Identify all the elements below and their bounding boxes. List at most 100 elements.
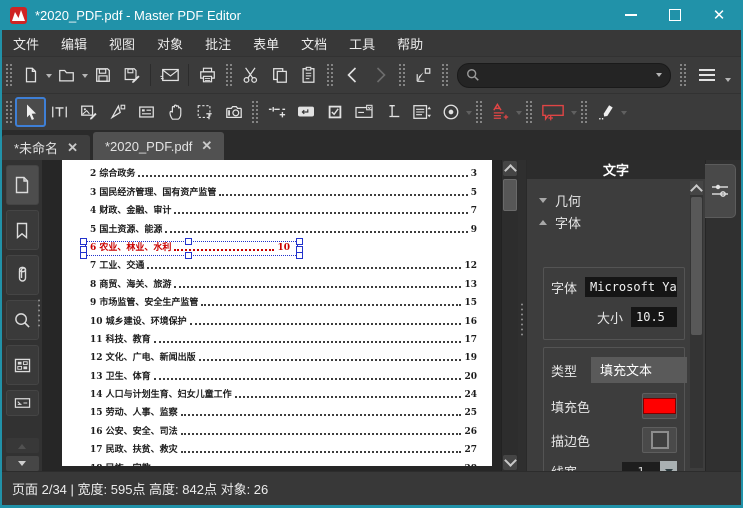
snapshot-tool-button[interactable] [219, 98, 248, 126]
edit-image-tool-button[interactable] [74, 98, 103, 126]
text-cursor-tool-button[interactable] [378, 98, 407, 126]
search-input[interactable] [457, 62, 671, 88]
search-dropdown[interactable] [656, 72, 662, 80]
sidebar-attachments-button[interactable] [5, 255, 39, 295]
toc-row[interactable]: 11 科技、教育 17 [90, 330, 477, 348]
toc-row[interactable]: 5 国土资源、能源 9 [90, 219, 477, 237]
tab-close-icon[interactable]: ✕ [67, 140, 78, 156]
menu-file[interactable]: 文件 [2, 34, 50, 53]
highlighter-tool-button[interactable] [591, 98, 620, 126]
menu-help[interactable]: 帮助 [386, 34, 434, 53]
panel-scrollbar[interactable] [690, 181, 703, 468]
toc-row[interactable]: 14 人口与计划生育、妇女儿童工作 24 [90, 385, 477, 403]
add-text-annotation-tool-button[interactable] [486, 98, 515, 126]
menu-document[interactable]: 文档 [290, 34, 338, 53]
save-button[interactable] [88, 61, 117, 89]
email-button[interactable] [155, 61, 184, 89]
edit-text-tool-button[interactable] [45, 98, 74, 126]
button-tool-button[interactable] [291, 98, 320, 126]
fill-color-button[interactable] [642, 393, 677, 419]
selection-handle[interactable] [296, 251, 303, 259]
toc-row[interactable]: 9 市场监管、安全生产监管 15 [90, 293, 477, 311]
menu-edit[interactable]: 编辑 [50, 34, 98, 53]
toolbar-grip[interactable] [225, 63, 233, 87]
panel-splitter[interactable] [518, 160, 526, 471]
cut-button[interactable] [236, 61, 265, 89]
menu-tools[interactable]: 工具 [338, 34, 386, 53]
panel-scroll-up-button[interactable] [690, 181, 703, 197]
sidebar-search-button[interactable] [5, 300, 39, 340]
document-view[interactable]: 2 综合政务 3 3 国民经济管理、国有资产监管 5 4 财政、金融、审计 7 5 国土资源… [42, 160, 501, 471]
save-as-button[interactable] [117, 61, 146, 89]
copy-button[interactable] [265, 61, 294, 89]
selection-handle[interactable] [296, 237, 303, 245]
selection-handle[interactable] [185, 251, 192, 259]
print-button[interactable] [193, 61, 222, 89]
radio-button-tool-button[interactable] [436, 98, 465, 126]
combobox-tool-button[interactable] [349, 98, 378, 126]
toc-row[interactable]: 18 民族、宗教 28 [90, 458, 477, 466]
listbox-tool-button[interactable] [407, 98, 436, 126]
close-button[interactable]: ✕ [697, 0, 741, 30]
sidebar-comments-button[interactable] [5, 390, 39, 416]
toolbar-grip[interactable] [326, 63, 334, 87]
menu-object[interactable]: 对象 [146, 34, 194, 53]
toolbar-grip[interactable] [251, 100, 259, 124]
document-scrollbar[interactable] [501, 160, 518, 471]
line-width-dropdown[interactable] [660, 461, 677, 471]
toc-row[interactable]: 4 财政、金融、审计 7 [90, 201, 477, 219]
scrollbar-thumb[interactable] [503, 179, 517, 211]
toc-row[interactable]: 17 民政、扶贫、救灾 27 [90, 440, 477, 458]
toolbar-grip[interactable] [398, 63, 406, 87]
selection-handle[interactable] [80, 237, 87, 245]
tab-2020-pdf[interactable]: *2020_PDF.pdf ✕ [92, 132, 225, 160]
font-name-field[interactable]: Microsoft YaHei [585, 277, 677, 297]
properties-side-tab[interactable] [705, 164, 736, 218]
pdf-page[interactable]: 2 综合政务 3 3 国民经济管理、国有资产监管 5 4 财政、金融、审计 7 5 国土资源… [62, 160, 492, 466]
toc-row[interactable]: 7 工业、交通 12 [90, 256, 477, 274]
sidebar-form-fields-button[interactable] [5, 345, 39, 385]
hand-tool-button[interactable] [161, 98, 190, 126]
toc-row[interactable]: 8 商贸、海关、旅游 13 [90, 274, 477, 292]
edit-forms-tool-button[interactable] [132, 98, 161, 126]
main-menu-button[interactable] [690, 61, 724, 89]
fit-to-selection-button[interactable] [409, 61, 438, 89]
tab-close-icon[interactable]: ✕ [201, 138, 212, 154]
main-menu-dropdown[interactable] [725, 77, 731, 85]
text-type-dropdown[interactable]: 填充文本 [591, 357, 688, 383]
toc-row[interactable]: 13 卫生、体育 20 [90, 366, 477, 384]
toc-row[interactable]: 15 劳动、人事、监察 25 [90, 403, 477, 421]
toc-row[interactable]: 16 公安、安全、司法 26 [90, 421, 477, 439]
font-size-field[interactable]: 10.5 [631, 307, 677, 327]
toolbar-grip[interactable] [475, 100, 483, 124]
forward-button[interactable] [366, 61, 395, 89]
sidebar-scroll-down-button[interactable] [5, 456, 39, 471]
stroke-color-button[interactable] [642, 427, 677, 453]
scroll-down-button[interactable] [503, 454, 517, 470]
minimize-button[interactable] [609, 0, 653, 30]
toc-row[interactable]: 12 文化、广电、新闻出版 19 [90, 348, 477, 366]
sidebar-bookmarks-button[interactable] [5, 210, 39, 250]
toc-row[interactable]: 6 农业、林业、水利 10 [80, 237, 477, 259]
open-document-button[interactable] [52, 61, 81, 89]
edit-path-tool-button[interactable] [103, 98, 132, 126]
paste-button[interactable] [294, 61, 323, 89]
select-text-area-tool-button[interactable] [190, 98, 219, 126]
scroll-up-button[interactable] [503, 161, 517, 177]
back-button[interactable] [337, 61, 366, 89]
comment-dropdown[interactable] [571, 110, 577, 118]
highlighter-dropdown[interactable] [621, 110, 627, 118]
menu-forms[interactable]: 表单 [242, 34, 290, 53]
annotation-dropdown[interactable] [516, 110, 522, 118]
selection-handle[interactable] [80, 251, 87, 259]
checkbox-tool-button[interactable] [320, 98, 349, 126]
panel-scrollbar-thumb[interactable] [691, 197, 702, 335]
toc-row[interactable]: 10 城乡建设、环境保护 16 [90, 311, 477, 329]
toolbar-grip[interactable] [679, 63, 687, 87]
toolbar-grip[interactable] [525, 100, 533, 124]
toc-row[interactable]: 3 国民经济管理、国有资产监管 5 [90, 182, 477, 200]
geometry-section-header[interactable]: 几何 [537, 189, 685, 211]
tab-untitled[interactable]: *未命名 ✕ [2, 135, 90, 160]
forms-dropdown[interactable] [466, 110, 472, 118]
font-section-header[interactable]: 字体 [537, 211, 685, 233]
